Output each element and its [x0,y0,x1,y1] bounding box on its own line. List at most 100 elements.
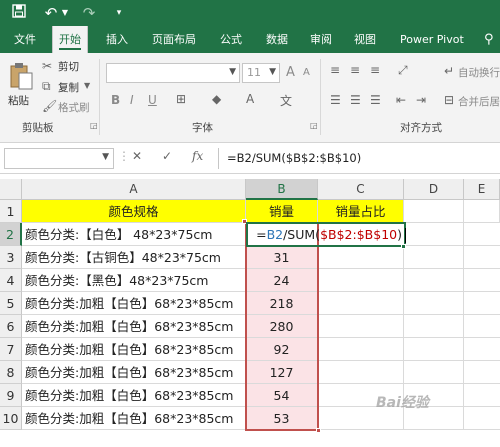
cell-b5[interactable]: 218 [246,292,318,315]
cell-a7[interactable]: 颜色分类:加粗【白色】68*23*85cm [22,338,246,361]
insert-function-button[interactable]: fx [192,149,203,163]
cell-b10[interactable]: 53 [246,407,318,430]
increase-indent-icon[interactable]: ⇥ [416,93,426,107]
font-size-combo[interactable]: 11 ▼ [242,63,280,83]
cell-b4[interactable]: 24 [246,269,318,292]
copy-dropdown-icon[interactable]: ▼ [84,81,90,90]
tab-formulas[interactable]: 公式 [214,26,248,53]
tab-file[interactable]: 文件 [8,26,42,53]
cell-b8[interactable]: 127 [246,361,318,384]
cell-b6[interactable]: 280 [246,315,318,338]
tab-view[interactable]: 视图 [348,26,382,53]
undo-dropdown-icon[interactable]: ▼ [60,4,70,22]
paste-icon[interactable] [8,61,34,91]
borders-icon[interactable]: ⊞ [176,92,186,106]
copy-button[interactable]: 复制 [58,80,79,95]
row-header[interactable]: 4 [0,269,22,292]
row-header[interactable]: 3 [0,246,22,269]
merge-center-icon[interactable]: ⊟ [444,93,454,107]
cell-c1[interactable]: 销量占比 [318,200,404,223]
clipboard-launcher-icon[interactable]: ◲ [90,121,98,130]
column-header-d[interactable]: D [404,179,464,200]
italic-button[interactable]: I [130,93,134,107]
phonetic-icon[interactable]: 文 [280,92,292,109]
tab-insert[interactable]: 插入 [100,26,134,53]
column-header-b[interactable]: B [246,179,318,200]
wrap-text-button[interactable]: 自动换行 [458,65,500,80]
cell-d1[interactable] [404,200,464,223]
cell-e1[interactable] [464,200,500,223]
row-header[interactable]: 10 [0,407,22,430]
row-header[interactable]: 5 [0,292,22,315]
redo-icon[interactable]: ↷ [80,4,98,22]
column-header-a[interactable]: A [22,179,246,200]
cell-a9[interactable]: 颜色分类:加粗【白色】68*23*85cm [22,384,246,407]
cell-c7[interactable] [318,338,404,361]
save-icon[interactable] [10,4,28,22]
cell-c8[interactable] [318,361,404,384]
name-box[interactable]: ▼ [4,148,114,169]
row-header[interactable]: 8 [0,361,22,384]
align-middle-icon[interactable]: ≡ [350,63,360,77]
align-center-icon[interactable]: ☰ [350,93,361,107]
tab-data[interactable]: 数据 [260,26,294,53]
scissors-icon[interactable]: ✂ [42,59,52,73]
more-options-icon[interactable]: ⋮ [118,149,130,163]
cell-c5[interactable] [318,292,404,315]
range-handle[interactable] [316,428,321,433]
align-top-icon[interactable]: ≡ [330,63,340,77]
bold-button[interactable]: B [111,93,120,107]
cell-b7[interactable]: 92 [246,338,318,361]
row-header[interactable]: 6 [0,315,22,338]
row-header[interactable]: 2 [0,223,22,246]
font-name-combo[interactable]: ▼ [106,63,240,83]
underline-button[interactable]: U [148,93,157,107]
formula-input[interactable]: =B2/SUM($B$2:$B$10) [218,148,500,169]
cell-c4[interactable] [318,269,404,292]
cell-a4[interactable]: 颜色分类:【黑色】48*23*75cm [22,269,246,292]
column-header-e[interactable]: E [464,179,500,200]
tell-me-icon[interactable]: ⚲ [478,26,500,53]
cell-c3[interactable] [318,246,404,269]
column-header-c[interactable]: C [318,179,404,200]
wrap-text-icon[interactable]: ↵ [444,64,454,78]
cell-b9[interactable]: 54 [246,384,318,407]
cell-a8[interactable]: 颜色分类:加粗【白色】68*23*85cm [22,361,246,384]
cell-a1[interactable]: 颜色规格 [22,200,246,223]
enter-button[interactable]: ✓ [162,149,172,163]
tab-home[interactable]: 开始 [52,26,88,53]
orientation-icon[interactable]: ⤢ [398,63,408,78]
decrease-indent-icon[interactable]: ⇤ [396,93,406,107]
cell-a5[interactable]: 颜色分类:加粗【白色】68*23*85cm [22,292,246,315]
cell-b1[interactable]: 销量 [246,200,318,223]
active-cell-c2[interactable]: =B2/SUM($B$2:$B$10) [246,222,406,247]
fill-color-icon[interactable]: ◆ [212,92,221,106]
cell-a6[interactable]: 颜色分类:加粗【白色】68*23*85cm [22,315,246,338]
cancel-entry-button[interactable]: ✕ [132,149,142,163]
align-right-icon[interactable]: ☰ [370,93,381,107]
font-launcher-icon[interactable]: ◲ [310,121,318,130]
customize-icon[interactable]: ▾ [112,4,126,22]
cell-c6[interactable] [318,315,404,338]
copy-icon[interactable]: ⧉ [42,79,51,94]
cell-b3[interactable]: 31 [246,246,318,269]
format-painter-button[interactable]: 格式刷 [58,100,90,115]
tab-power-pivot[interactable]: Power Pivot [394,26,470,53]
row-header[interactable]: 7 [0,338,22,361]
align-left-icon[interactable]: ☰ [330,93,341,107]
paste-button[interactable]: 粘贴 [8,93,29,108]
select-all-button[interactable] [0,179,22,200]
cell-a2[interactable]: 颜色分类:【白色】 48*23*75cm [22,223,246,246]
fill-handle[interactable] [401,244,406,249]
row-header[interactable]: 1 [0,200,22,223]
cell-a3[interactable]: 颜色分类:【古铜色】48*23*75cm [22,246,246,269]
undo-icon[interactable]: ↶ [42,4,60,22]
align-bottom-icon[interactable]: ≡ [370,63,380,77]
format-painter-icon[interactable]: 🖌 [42,99,57,113]
row-header[interactable]: 9 [0,384,22,407]
grow-font-button[interactable]: A [286,65,295,80]
tab-review[interactable]: 审阅 [304,26,338,53]
tab-page-layout[interactable]: 页面布局 [146,26,202,53]
shrink-font-button[interactable]: A [303,67,310,78]
cut-button[interactable]: 剪切 [58,59,79,74]
